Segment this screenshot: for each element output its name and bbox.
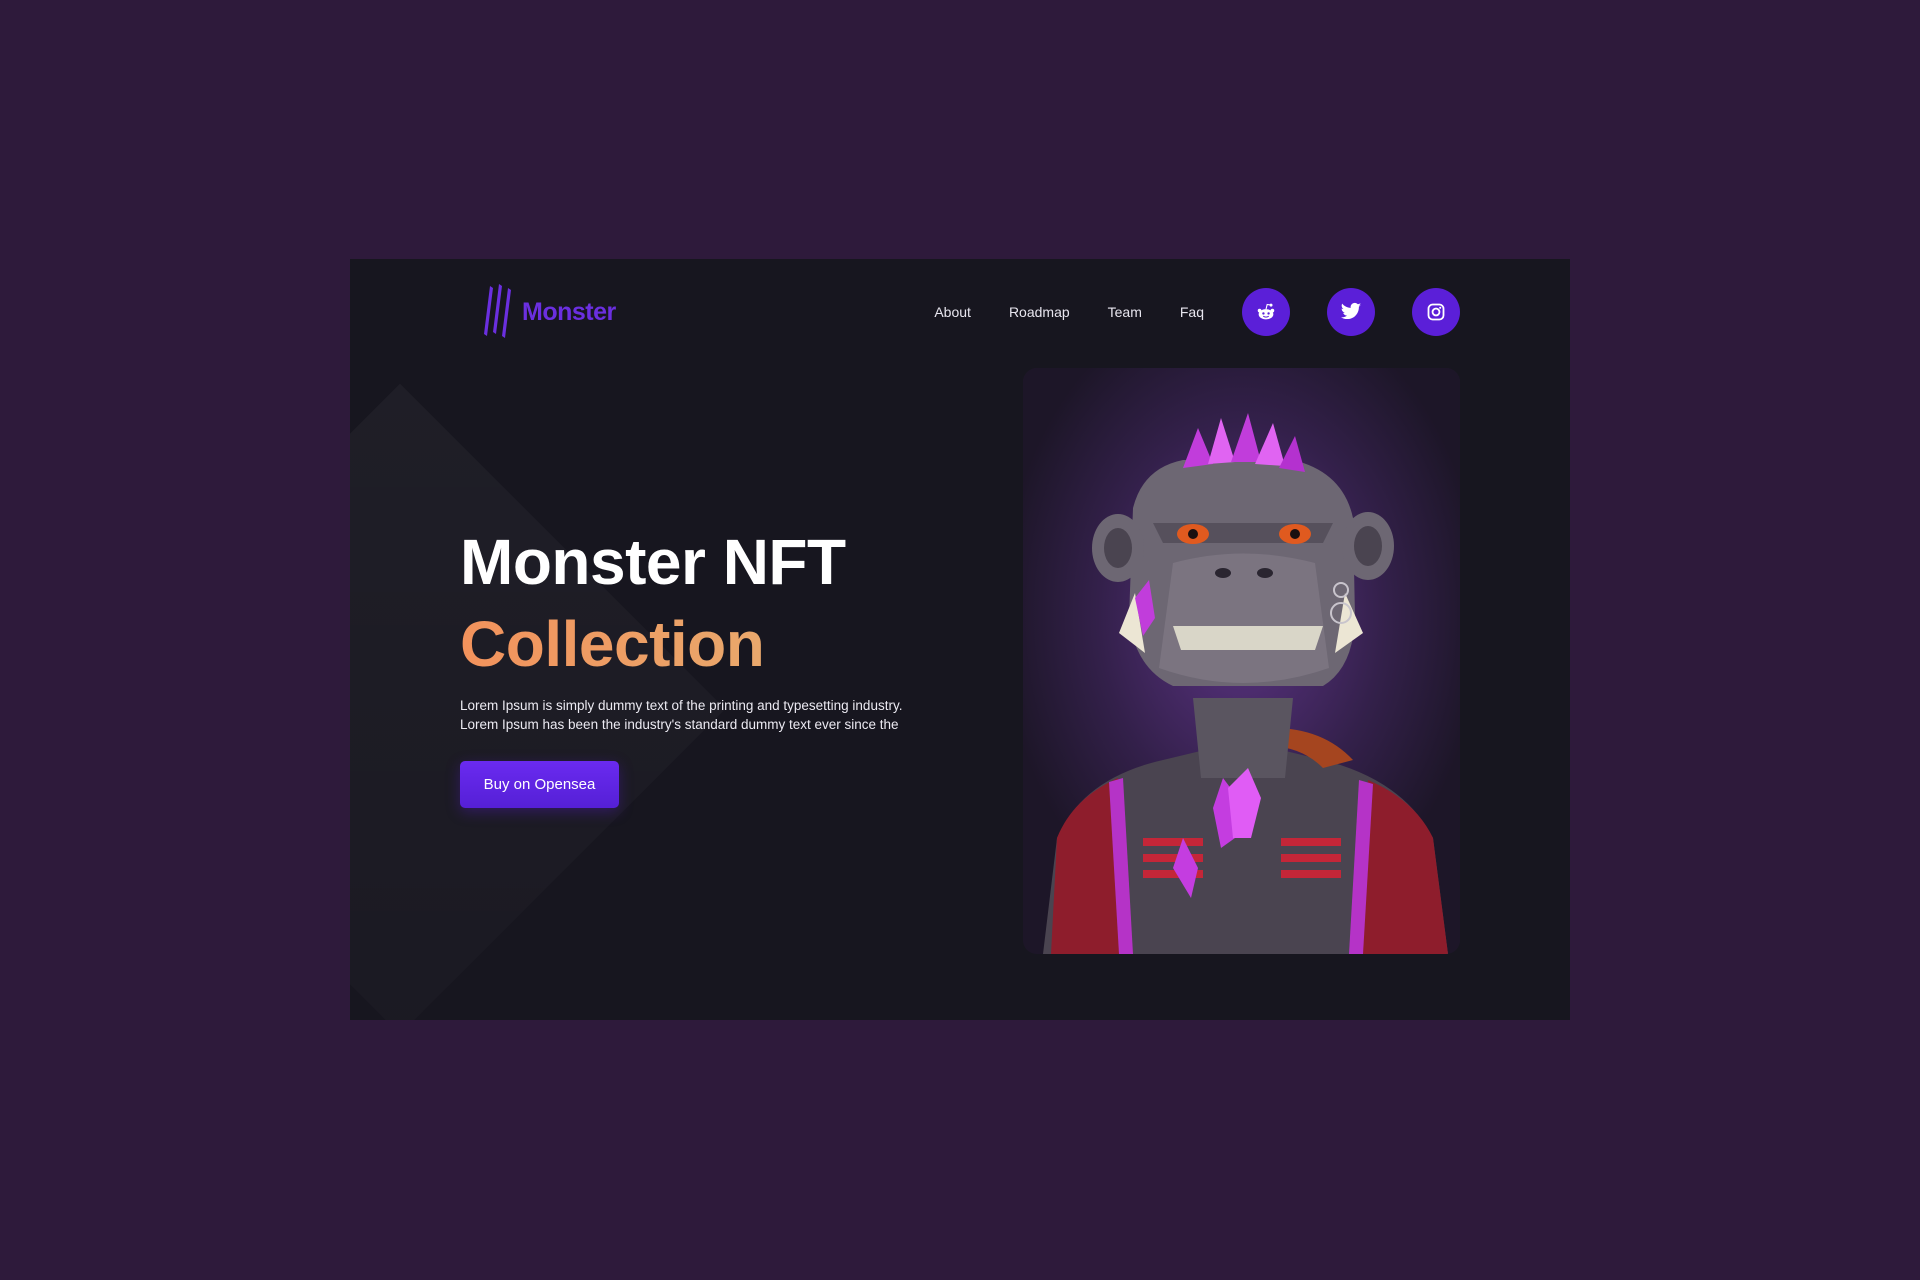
twitter-button[interactable] <box>1327 288 1375 336</box>
hero-description: Lorem Ipsum is simply dummy text of the … <box>460 696 960 734</box>
nav-link-about[interactable]: About <box>934 304 971 320</box>
brand-name: Monster <box>522 297 616 326</box>
hero-title: Monster NFT <box>460 526 846 598</box>
instagram-button[interactable] <box>1412 288 1460 336</box>
instagram-icon <box>1427 303 1445 321</box>
landing-page-frame: Monster About Roadmap Team Faq Monster N… <box>350 259 1570 1020</box>
hero-description-line-1: Lorem Ipsum is simply dummy text of the … <box>460 698 903 713</box>
nav-link-team[interactable]: Team <box>1108 304 1142 320</box>
twitter-icon <box>1340 302 1362 320</box>
top-navigation: About Roadmap Team Faq <box>934 287 1460 337</box>
reddit-button[interactable] <box>1242 288 1290 336</box>
nav-link-roadmap[interactable]: Roadmap <box>1009 304 1070 320</box>
monster-ape-illustration <box>1023 368 1460 954</box>
claw-logo-icon <box>484 284 511 338</box>
reddit-icon <box>1257 303 1275 320</box>
hero-title-accent: Collection <box>460 603 765 685</box>
brand-logo[interactable]: Monster <box>480 281 616 341</box>
buy-on-opensea-button[interactable]: Buy on Opensea <box>460 761 619 808</box>
nav-link-faq[interactable]: Faq <box>1180 304 1204 320</box>
hero-description-line-2: Lorem Ipsum has been the industry's stan… <box>460 717 899 732</box>
nft-artwork-image <box>1023 368 1460 954</box>
